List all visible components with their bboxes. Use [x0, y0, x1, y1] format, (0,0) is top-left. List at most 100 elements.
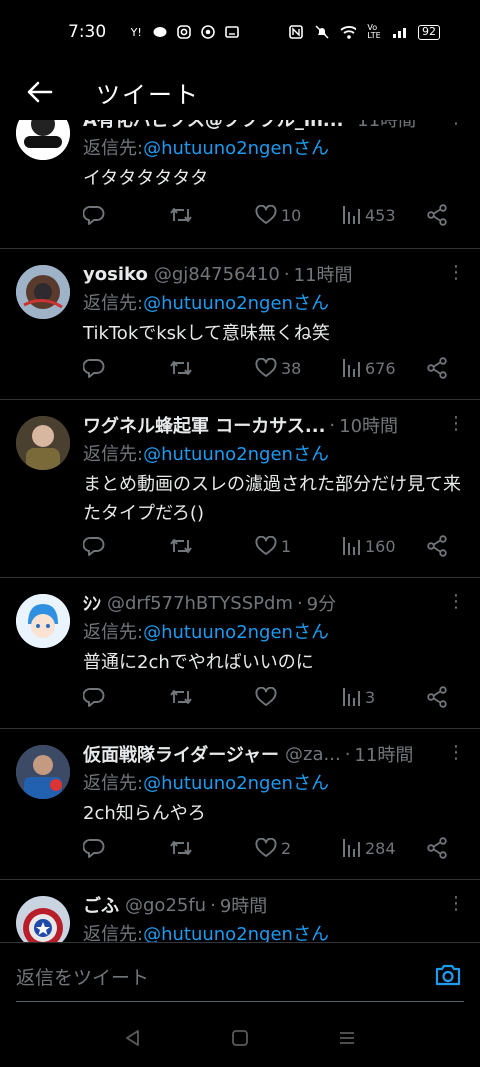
user-handle[interactable]: @go25fu: [125, 895, 206, 916]
back-button[interactable]: [0, 64, 80, 120]
reply-button[interactable]: [83, 204, 105, 226]
retweet-icon: [170, 841, 192, 855]
views-button[interactable]: 453: [341, 205, 396, 225]
like-button[interactable]: 1: [255, 536, 291, 556]
nav-home-icon: [232, 1029, 248, 1046]
user-handle[interactable]: @drf577hBTYSSPdm: [107, 593, 293, 614]
page-title: ツイート: [96, 80, 200, 109]
camera-button[interactable]: [434, 963, 462, 991]
more-icon[interactable]: ⋮: [446, 744, 466, 765]
display-name[interactable]: ごふ: [83, 892, 119, 918]
avatar[interactable]: [16, 896, 70, 942]
tweet-time[interactable]: 11時間: [357, 120, 416, 132]
views-button[interactable]: 160: [341, 536, 396, 556]
tweet-item[interactable]: ｼﾝ @drf577hBTYSSPdm · 9分 返信先:@hutuuno2ng…: [0, 578, 480, 729]
reply-mention[interactable]: @hutuuno2ngenさん: [143, 444, 329, 465]
reply-button[interactable]: [83, 837, 105, 859]
reply-feed[interactable]: A有化バビブス@ブブブル_in... · 11時間 返信先:@hutuuno2n…: [0, 120, 480, 942]
volte-icon: Vo LTE: [367, 23, 381, 40]
views-icon: [343, 359, 360, 377]
views-button[interactable]: 284: [341, 838, 396, 858]
user-handle[interactable]: @gj84756410: [154, 264, 280, 285]
share-icon: [427, 357, 447, 379]
reply-mention[interactable]: @hutuuno2ngenさん: [143, 924, 329, 942]
status-bar: 7:30 Y! Vo LTE 92: [0, 0, 480, 64]
battery-icon: 92: [418, 24, 440, 40]
nav-back-button[interactable]: [124, 1029, 142, 1051]
reply-button[interactable]: [83, 686, 105, 708]
wifi-icon: [340, 25, 356, 39]
more-icon[interactable]: ⋮: [446, 895, 466, 916]
more-icon[interactable]: ⋮: [446, 415, 466, 436]
nfc-icon: [288, 25, 304, 39]
retweet-button[interactable]: [169, 837, 193, 859]
reply-button[interactable]: [83, 357, 105, 379]
tweet-time[interactable]: 10時間: [339, 412, 398, 438]
retweet-button[interactable]: [169, 686, 193, 708]
reply-icon: [83, 537, 105, 556]
tweet-actions: 1 160: [83, 531, 468, 561]
like-button[interactable]: 38: [255, 358, 301, 378]
like-button[interactable]: 2: [255, 838, 291, 858]
retweet-icon: [170, 208, 192, 222]
nav-recents-button[interactable]: [338, 1029, 356, 1051]
reply-prefix: 返信先:: [83, 138, 144, 159]
avatar[interactable]: [16, 745, 70, 799]
user-handle[interactable]: @za...: [285, 744, 341, 765]
reply-button[interactable]: [83, 535, 105, 557]
views-button[interactable]: 676: [341, 358, 396, 378]
tweet-item[interactable]: ごふ @go25fu · 9時間 返信先:@hutuuno2ngenさん ⋮: [0, 880, 480, 942]
display-name[interactable]: A有化バビブス@ブブブル_in...: [83, 120, 343, 132]
display-name[interactable]: ｼﾝ: [83, 590, 101, 616]
share-button[interactable]: [426, 535, 448, 557]
tweet-header: 仮面戦隊ライダージャー @za... · 11時間: [83, 741, 466, 767]
tweet-item[interactable]: 仮面戦隊ライダージャー @za... · 11時間 返信先:@hutuuno2n…: [0, 729, 480, 880]
tweet-time[interactable]: 11時間: [294, 261, 353, 287]
reply-mention[interactable]: @hutuuno2ngenさん: [143, 773, 329, 794]
tweet-text: イタタタタタタ: [83, 168, 209, 189]
avatar[interactable]: [16, 594, 70, 648]
share-icon: [427, 535, 447, 557]
reply-mention[interactable]: @hutuuno2ngenさん: [143, 293, 329, 314]
display-name[interactable]: ワグネル蜂起軍 コーカサス...: [83, 412, 325, 438]
views-button[interactable]: 3: [341, 687, 375, 707]
like-button[interactable]: [255, 687, 281, 707]
nav-back-icon: [126, 1029, 140, 1046]
reply-mention[interactable]: @hutuuno2ngenさん: [143, 138, 329, 159]
like-icon: [255, 358, 277, 377]
tweet-item[interactable]: A有化バビブス@ブブブル_in... · 11時間 返信先:@hutuuno2n…: [0, 120, 480, 249]
like-icon: [255, 205, 277, 224]
reply-icon: [83, 206, 105, 225]
retweet-button[interactable]: [169, 357, 193, 379]
tweet-time[interactable]: 11時間: [354, 741, 413, 767]
share-button[interactable]: [426, 686, 448, 708]
avatar[interactable]: [16, 416, 70, 470]
like-count: 1: [281, 536, 292, 556]
tweet-time[interactable]: 9分: [307, 590, 336, 616]
nav-home-button[interactable]: [231, 1029, 249, 1051]
tweet-item[interactable]: yosiko @gj84756410 · 11時間 返信先:@hutuuno2n…: [0, 249, 480, 400]
reply-input[interactable]: 返信をツイート: [16, 963, 149, 990]
avatar[interactable]: [16, 120, 70, 160]
avatar[interactable]: [16, 265, 70, 319]
share-button[interactable]: [426, 837, 448, 859]
retweet-button[interactable]: [169, 204, 193, 226]
retweet-button[interactable]: [169, 535, 193, 557]
reply-mention[interactable]: @hutuuno2ngenさん: [143, 622, 329, 643]
view-count: 676: [365, 358, 396, 378]
more-icon[interactable]: ⋮: [446, 264, 466, 285]
share-button[interactable]: [426, 204, 448, 226]
tweet-time[interactable]: 9時間: [220, 892, 267, 918]
display-name[interactable]: yosiko: [83, 264, 148, 285]
views-icon: [343, 206, 360, 224]
more-icon[interactable]: ⋮: [446, 593, 466, 614]
like-button[interactable]: 10: [255, 205, 301, 225]
tweet-item[interactable]: ワグネル蜂起軍 コーカサス... · 10時間 返信先:@hutuuno2nge…: [0, 400, 480, 578]
like-icon: [255, 536, 277, 555]
share-icon: [427, 686, 447, 708]
more-icon[interactable]: ⋮: [446, 120, 466, 130]
system-nav-bar: [0, 1012, 480, 1067]
share-button[interactable]: [426, 357, 448, 379]
display-name[interactable]: 仮面戦隊ライダージャー: [83, 741, 279, 767]
retweet-icon: [170, 361, 192, 375]
